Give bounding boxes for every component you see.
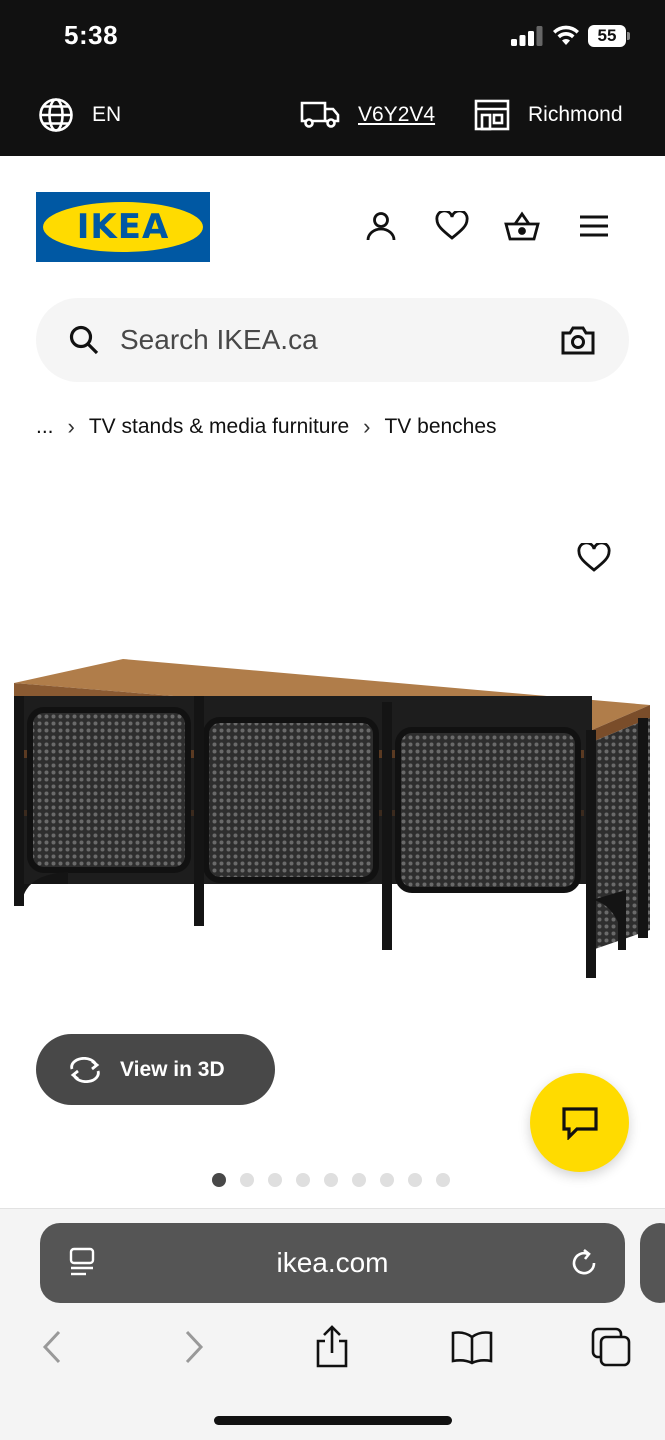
view-in-3d-button[interactable]: View in 3D xyxy=(36,1034,275,1105)
bookmarks-button[interactable] xyxy=(450,1325,494,1369)
breadcrumb: ... › TV stands & media furniture › TV b… xyxy=(36,410,497,444)
gallery-dot[interactable] xyxy=(324,1173,338,1187)
product-image[interactable] xyxy=(8,650,658,990)
search-bar[interactable] xyxy=(36,298,629,382)
gallery-dot[interactable] xyxy=(240,1173,254,1187)
reload-icon[interactable] xyxy=(568,1247,600,1279)
gallery-dot[interactable] xyxy=(436,1173,450,1187)
url-text: ikea.com xyxy=(276,1247,389,1278)
menu-icon[interactable] xyxy=(576,208,612,244)
user-icon[interactable] xyxy=(363,208,399,244)
rotate-3d-icon xyxy=(70,1056,100,1083)
store-icon xyxy=(474,99,510,131)
search-icon xyxy=(69,325,99,355)
gallery-pagination xyxy=(212,1173,450,1187)
status-time: 5:38 xyxy=(64,20,119,50)
gallery-dot[interactable] xyxy=(408,1173,422,1187)
forward-button[interactable] xyxy=(172,1325,216,1369)
share-icon xyxy=(316,1325,348,1368)
delivery-postal-code[interactable]: V6Y2V4 xyxy=(300,74,435,156)
postal-code-link[interactable]: V6Y2V4 xyxy=(358,103,435,127)
browser-toolbar: ikea.com xyxy=(0,1208,665,1440)
chevron-right-icon: › xyxy=(67,414,75,439)
logo-text: IKEA xyxy=(76,207,170,247)
breadcrumb-tv-benches[interactable]: TV benches xyxy=(384,415,496,439)
globe-icon xyxy=(39,98,73,132)
share-button[interactable] xyxy=(310,1325,354,1369)
wifi-icon xyxy=(553,25,579,45)
gallery-dot[interactable] xyxy=(352,1173,366,1187)
truck-icon xyxy=(300,101,340,128)
chevron-right-icon xyxy=(185,1330,204,1364)
tabs-icon xyxy=(591,1327,631,1367)
back-button[interactable] xyxy=(30,1325,74,1369)
chat-icon xyxy=(561,1106,598,1140)
site-header: IKEA xyxy=(0,156,665,286)
breadcrumb-ellipsis[interactable]: ... xyxy=(36,415,54,439)
heart-icon[interactable] xyxy=(434,208,470,244)
gallery-dot[interactable] xyxy=(268,1173,282,1187)
chat-button[interactable] xyxy=(530,1073,629,1172)
battery-level: 55 xyxy=(597,26,617,45)
gallery-dot[interactable] xyxy=(212,1173,226,1187)
basket-icon[interactable] xyxy=(504,208,540,244)
chevron-right-icon: › xyxy=(363,414,371,439)
battery-icon: 55 xyxy=(588,25,630,47)
address-bar[interactable]: ikea.com xyxy=(40,1223,625,1303)
language-selector[interactable]: EN xyxy=(38,74,121,156)
status-bar: 5:38 55 xyxy=(0,0,665,74)
gallery-dot[interactable] xyxy=(380,1173,394,1187)
heart-icon xyxy=(577,543,611,572)
gallery-dot[interactable] xyxy=(296,1173,310,1187)
book-icon xyxy=(451,1331,493,1365)
tabs-button[interactable] xyxy=(589,1325,633,1369)
home-indicator xyxy=(214,1416,452,1425)
search-input[interactable] xyxy=(120,316,550,364)
signal-icon xyxy=(511,26,543,46)
language-label: EN xyxy=(92,103,122,126)
next-tab-preview[interactable] xyxy=(640,1223,665,1303)
camera-icon[interactable] xyxy=(560,324,596,356)
view-in-3d-label: View in 3D xyxy=(120,1057,225,1081)
ikea-logo[interactable]: IKEA xyxy=(36,192,210,262)
store-label: Richmond xyxy=(528,103,623,126)
chevron-left-icon xyxy=(42,1330,61,1364)
info-bar: EN V6Y2V4 Richmond xyxy=(0,74,665,156)
store-selector[interactable]: Richmond xyxy=(474,74,623,156)
add-to-favourites-button[interactable] xyxy=(574,538,614,578)
breadcrumb-tv-stands[interactable]: TV stands & media furniture xyxy=(89,415,349,439)
